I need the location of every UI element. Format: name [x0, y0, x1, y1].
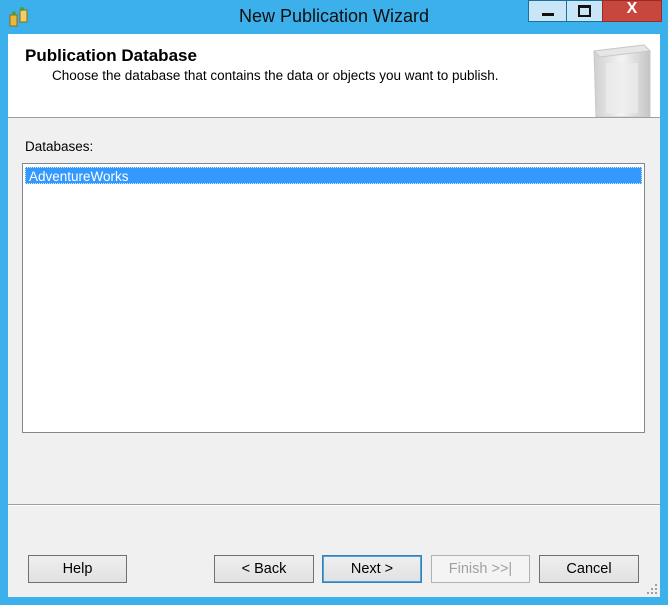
- maximize-icon: [578, 5, 591, 17]
- finish-button[interactable]: Finish >>|: [431, 555, 530, 583]
- wizard-header: Publication Database Choose the database…: [8, 34, 660, 118]
- title-bar[interactable]: New Publication Wizard X: [0, 0, 668, 34]
- cancel-button[interactable]: Cancel: [539, 555, 639, 583]
- footer-separator: [8, 504, 660, 506]
- databases-listbox[interactable]: AdventureWorks: [22, 163, 645, 433]
- minimize-icon: [542, 13, 554, 16]
- page-title: Publication Database: [25, 46, 197, 65]
- help-button[interactable]: Help: [28, 555, 127, 583]
- close-icon: X: [626, 0, 638, 17]
- resize-grip-icon[interactable]: [646, 583, 658, 595]
- publication-graphic-icon: [592, 44, 652, 117]
- wizard-client-area: Publication Database Choose the database…: [8, 34, 660, 597]
- back-button[interactable]: < Back: [214, 555, 314, 583]
- next-button[interactable]: Next >: [322, 555, 422, 583]
- page-subtitle: Choose the database that contains the da…: [52, 68, 499, 83]
- database-item-adventureworks[interactable]: AdventureWorks: [25, 167, 642, 184]
- wizard-window: New Publication Wizard X Publication Dat…: [0, 0, 668, 605]
- databases-label: Databases:: [25, 139, 94, 154]
- maximize-button[interactable]: [566, 0, 602, 22]
- minimize-button[interactable]: [528, 0, 566, 22]
- close-button[interactable]: X: [602, 0, 662, 22]
